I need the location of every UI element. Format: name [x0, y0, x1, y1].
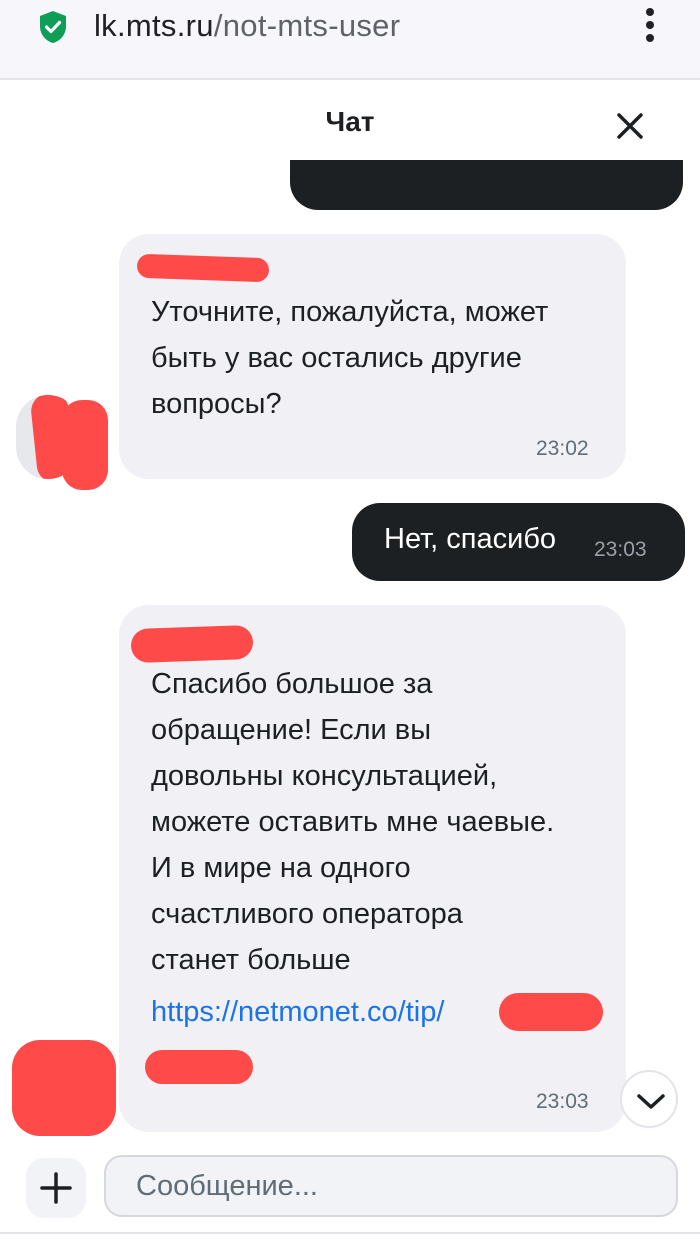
chat-header: Чат	[0, 82, 700, 172]
attach-button[interactable]	[26, 1158, 86, 1218]
url-path: /not-mts-user	[213, 8, 401, 43]
incoming-message-bubble: Спасибо большое за обращение! Если вы до…	[119, 605, 626, 1132]
message-text: Нет, спасибо	[384, 523, 557, 555]
url-host: lk.mts.ru	[94, 8, 214, 43]
outgoing-message-bubble: Нет, спасибо 23:03	[352, 503, 685, 581]
message-time: 23:03	[594, 538, 647, 561]
message-time: 23:02	[536, 437, 589, 460]
close-icon[interactable]	[614, 110, 646, 142]
redacted-avatar-overlay	[12, 1040, 116, 1136]
scroll-to-bottom-button[interactable]	[620, 1070, 678, 1128]
plus-icon	[40, 1172, 72, 1204]
redacted-link-part	[145, 1050, 253, 1084]
bottom-divider	[0, 1232, 700, 1234]
url-field[interactable]: lk.mts.ru/not-mts-user	[94, 8, 400, 44]
redacted-operator-name	[130, 624, 254, 664]
redacted-link-part	[499, 993, 603, 1031]
shield-check-icon	[40, 11, 66, 43]
previous-message-bubble	[290, 160, 683, 210]
incoming-message-bubble: Уточните, пожалуйста, может быть у вас о…	[119, 234, 626, 479]
browser-address-bar: lk.mts.ru/not-mts-user	[0, 0, 700, 80]
chevron-down-icon	[637, 1094, 665, 1109]
chat-title: Чат	[325, 106, 375, 137]
message-text: Спасибо большое за обращение! Если вы до…	[151, 668, 555, 976]
redacted-avatar-overlay	[62, 400, 108, 490]
tip-link[interactable]: https://netmonet.co/tip/	[151, 989, 444, 1035]
message-text: Уточните, пожалуйста, может быть у вас о…	[151, 296, 549, 420]
more-options-icon[interactable]	[640, 8, 660, 48]
message-input[interactable]	[104, 1155, 678, 1217]
redacted-operator-name	[136, 253, 270, 283]
message-time: 23:03	[536, 1090, 589, 1113]
